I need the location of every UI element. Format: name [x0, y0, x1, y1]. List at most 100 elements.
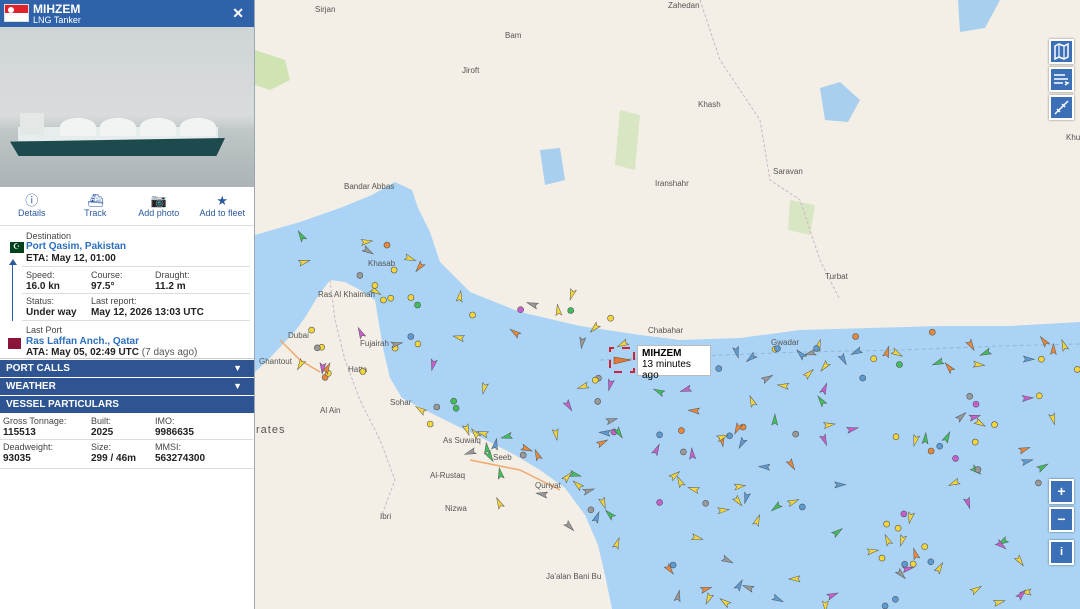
vessel-marker[interactable] — [356, 272, 364, 279]
vessel-marker[interactable] — [680, 448, 687, 456]
vessel-marker[interactable] — [1035, 479, 1042, 487]
vessel-marker[interactable] — [883, 520, 890, 528]
weather-section[interactable]: WEATHER ▼ — [0, 378, 254, 395]
vessel-marker[interactable] — [901, 560, 909, 568]
vessel-marker[interactable] — [966, 392, 974, 400]
zoom-in-button[interactable]: + — [1049, 479, 1074, 504]
photo-ship-tank — [60, 118, 96, 136]
vessel-particulars-section[interactable]: VESSEL PARTICULARS — [0, 396, 254, 413]
vessel-marker[interactable] — [702, 499, 710, 507]
vessel-marker[interactable] — [927, 447, 935, 455]
vessel-marker[interactable] — [1038, 355, 1045, 363]
details-label: Details — [17, 208, 46, 218]
photo-ship-tank — [100, 118, 136, 136]
vessel-marker[interactable] — [909, 560, 917, 568]
vessel-marker[interactable] — [896, 361, 903, 368]
last-port-label: Last Port — [26, 325, 63, 335]
vessel-marker[interactable] — [894, 524, 902, 532]
place-label: Nizwa — [445, 504, 467, 513]
vessel-marker[interactable] — [450, 397, 458, 405]
weather-layer-button[interactable] — [1049, 67, 1074, 92]
vessel-marker[interactable] — [792, 430, 800, 438]
add-photo-button[interactable]: 📷 Add photo — [127, 187, 191, 225]
tooltip-vessel-name: MIHZEM — [642, 348, 682, 359]
info-button[interactable]: i — [1049, 540, 1074, 565]
vessel-marker[interactable] — [407, 294, 415, 301]
vessel-marker[interactable] — [587, 506, 595, 514]
vessel-marker[interactable] — [878, 554, 886, 562]
vessel-marker[interactable] — [383, 241, 391, 249]
track-button[interactable]: ⛴ Track — [64, 187, 128, 225]
place-label: Zahedan — [668, 1, 700, 10]
vessel-marker[interactable] — [433, 403, 441, 411]
deadweight-value: 93035 — [3, 453, 31, 464]
vessel-marker[interactable] — [669, 561, 677, 569]
vessel-marker[interactable] — [852, 333, 859, 340]
place-label: Gwadar — [771, 338, 799, 347]
vessel-marker[interactable] — [519, 451, 527, 459]
vessel-marker[interactable] — [715, 365, 723, 372]
zoom-out-button[interactable]: − — [1049, 507, 1074, 532]
add-to-fleet-button[interactable]: ★ Add to fleet — [191, 187, 255, 225]
vessel-marker[interactable] — [726, 432, 733, 440]
vessel-marker[interactable] — [881, 602, 889, 609]
vessel-marker[interactable] — [798, 503, 806, 511]
vessel-marker[interactable] — [371, 282, 379, 289]
vessel-marker[interactable] — [426, 420, 434, 428]
vessel-marker[interactable] — [607, 314, 614, 322]
vessel-photo[interactable] — [0, 27, 254, 187]
vessel-marker[interactable] — [359, 368, 367, 375]
last-port-link[interactable]: Ras Laffan Anch., Qatar — [26, 336, 139, 347]
vessel-marker[interactable] — [1074, 366, 1080, 373]
vessel-marker[interactable] — [892, 433, 900, 441]
vessel-marker[interactable] — [813, 345, 820, 352]
vessel-marker[interactable] — [900, 510, 908, 518]
vessel-marker[interactable] — [870, 355, 878, 363]
last-report-label: Last report: — [91, 296, 137, 306]
vessel-marker[interactable] — [936, 442, 944, 450]
vessel-marker[interactable] — [313, 344, 321, 352]
vessel-marker[interactable] — [414, 301, 421, 309]
vessel-marker[interactable] — [452, 404, 460, 412]
vessel-marker[interactable] — [972, 400, 980, 408]
vessel-marker[interactable] — [678, 427, 685, 434]
vessel-marker[interactable] — [380, 296, 387, 304]
vessel-marker[interactable] — [469, 311, 476, 319]
vessel-marker[interactable] — [387, 294, 395, 302]
vessel-marker[interactable] — [656, 431, 663, 439]
vessel-marker[interactable] — [928, 328, 936, 336]
route-line — [12, 261, 13, 321]
vessel-marker[interactable] — [656, 499, 663, 506]
vessel-marker[interactable] — [921, 543, 929, 551]
vessel-marker[interactable] — [308, 326, 315, 334]
vessel-marker[interactable] — [859, 374, 867, 382]
vessel-marker[interactable] — [952, 455, 959, 462]
deadweight-label: Deadweight: — [3, 442, 54, 452]
vessel-marker[interactable] — [774, 345, 781, 352]
vessel-marker[interactable] — [414, 340, 422, 348]
vessel-marker[interactable] — [407, 333, 415, 340]
details-button[interactable]: ⓘ Details — [0, 187, 64, 225]
vessel-marker[interactable] — [927, 558, 935, 566]
vessel-marker[interactable] — [974, 466, 982, 473]
map-canvas[interactable]: Sirjan Zahedan Bam Jiroft Khash Iranshah… — [255, 0, 1080, 609]
vessel-marker[interactable] — [1036, 392, 1043, 400]
weather-label: WEATHER — [6, 381, 56, 392]
vessel-marker[interactable] — [390, 266, 398, 274]
destination-link[interactable]: Port Qasim, Pakistan — [26, 241, 126, 252]
divider — [0, 439, 253, 440]
vessel-marker[interactable] — [517, 306, 524, 314]
vessel-marker[interactable] — [991, 421, 998, 428]
measure-tool-button[interactable] — [1049, 95, 1074, 120]
port-calls-section[interactable]: PORT CALLS ▼ — [0, 360, 254, 377]
vessel-marker[interactable] — [594, 398, 602, 405]
divider — [22, 320, 250, 321]
vessel-marker[interactable] — [892, 595, 899, 603]
draught-label: Draught: — [155, 270, 190, 280]
close-icon[interactable]: ✕ — [232, 5, 244, 22]
vessel-marker[interactable] — [567, 307, 575, 314]
map-layers-button[interactable] — [1049, 39, 1074, 64]
vessel-marker[interactable] — [971, 438, 979, 446]
pakistan-flag-icon: ☪ — [7, 242, 24, 253]
vessel-marker[interactable] — [591, 376, 599, 384]
